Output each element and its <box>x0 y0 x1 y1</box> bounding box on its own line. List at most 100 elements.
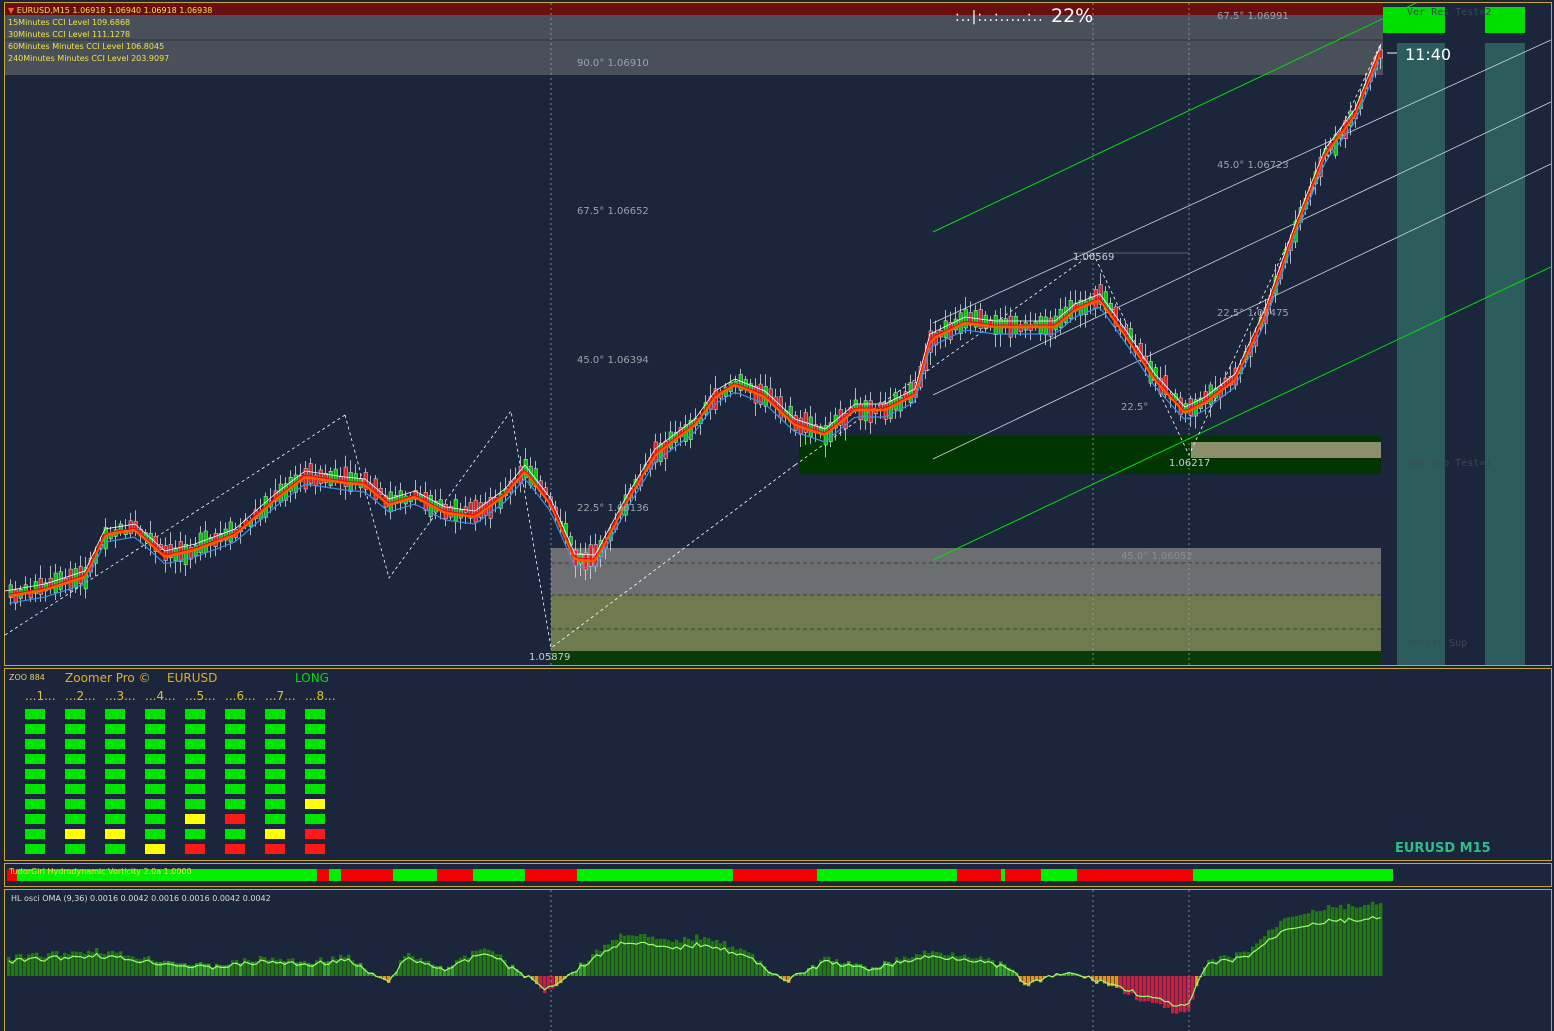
collapse-arrow-icon[interactable]: ▼ <box>8 6 17 15</box>
oscillator-bar-down <box>1143 976 1147 1002</box>
oscillator-bar-up <box>675 939 679 976</box>
zoomer-cell <box>265 829 285 839</box>
zoomer-cell <box>145 814 165 824</box>
candle-bear <box>78 566 83 585</box>
oscillator-bar-up <box>487 949 491 976</box>
candle-bear <box>163 545 168 561</box>
zoomer-cell <box>105 799 125 809</box>
oscillator-bar-up <box>71 951 75 976</box>
zoomer-column-label: ...3... <box>105 689 136 703</box>
oscillator-bar-up <box>463 955 467 976</box>
oscillator-bar-up <box>347 954 351 976</box>
oscillator-panel[interactable]: HL osci OMA (9,36) 0.0016 0.0042 0.0016 … <box>4 889 1552 1031</box>
oscillator-bar-up <box>1211 959 1215 976</box>
oscillator-bar-down <box>1179 976 1183 1012</box>
oscillator-bar-up <box>183 963 187 976</box>
oscillator-bar-down <box>1183 976 1187 1013</box>
oscillator-bar-down <box>1151 976 1155 1003</box>
zoomer-cell <box>25 844 45 854</box>
oscillator-bar-up <box>823 956 827 976</box>
candle-bull <box>228 521 233 543</box>
zone-label: Ver Res Test=2 <box>1407 7 1492 18</box>
zoomer-cell <box>225 784 245 794</box>
zoomer-cell <box>65 724 85 734</box>
oscillator-bar-up <box>1235 952 1239 976</box>
oscillator-bar-up <box>111 950 115 976</box>
oscillator-bar-up <box>639 934 643 976</box>
price-chart-canvas[interactable] <box>5 3 1552 666</box>
zoomer-cell <box>65 799 85 809</box>
oscillator-bar-up <box>915 953 919 976</box>
oscillator-bar-up <box>611 939 615 976</box>
oscillator-bar-up <box>683 936 687 976</box>
oscillator-bar-down <box>543 976 547 994</box>
oscillator-bar-up <box>1299 914 1303 976</box>
vorticity-panel[interactable]: TudorGirl Hydrodynamic Vorticity 2.0a 1.… <box>4 863 1552 887</box>
oscillator-bar-up <box>291 958 295 976</box>
oscillator-bar-up <box>419 957 423 976</box>
oscillator-bar-up <box>243 958 247 976</box>
fib-label: 45.0° 1.06394 <box>577 355 649 366</box>
zoomer-cell <box>305 844 325 854</box>
zoomer-cell <box>105 754 125 764</box>
oscillator-bar-up <box>167 961 171 976</box>
oscillator-bar-down <box>1155 976 1159 1004</box>
zoomer-cell <box>65 829 85 839</box>
vorticity-segment <box>1077 869 1193 881</box>
zoomer-indicator-panel[interactable]: ZOO 884 Zoomer Pro © EURUSD LONG ...1...… <box>4 668 1552 861</box>
zoomer-column-label: ...2... <box>65 689 96 703</box>
zoomer-cell <box>225 739 245 749</box>
oscillator-bar-up <box>1283 918 1287 976</box>
oscillator-bar-down <box>1147 976 1151 1002</box>
progress-dots: :..|:..:.....:.. <box>955 9 1044 25</box>
ma-line-white <box>5 43 1382 592</box>
oscillator-bar-up <box>643 934 647 976</box>
oscillator-bar-up <box>939 952 943 976</box>
oscillator-bar-up <box>35 952 39 976</box>
oscillator-bar-up <box>55 950 59 976</box>
oscillator-bar-down <box>1139 976 1143 1002</box>
oscillator-bar-up <box>163 960 167 976</box>
zoomer-cell <box>65 769 85 779</box>
candle-bear <box>588 544 593 567</box>
candle-bull <box>943 320 948 338</box>
candle-bear <box>878 402 883 409</box>
zoomer-cell <box>225 844 245 854</box>
timeframe-label: EURUSD M15 <box>1395 841 1491 856</box>
vorticity-segment <box>341 869 393 881</box>
zoomer-cell <box>25 814 45 824</box>
candle-timer: 11:40 <box>1405 45 1452 64</box>
oscillator-bar-up <box>719 943 723 976</box>
zoomer-cell <box>265 724 285 734</box>
zoomer-cell <box>145 769 165 779</box>
zoomer-column-label: ...5... <box>185 689 216 703</box>
resistance-zone-column <box>1485 43 1525 665</box>
oscillator-bar-up <box>671 942 675 976</box>
oscillator-bar-up <box>79 951 83 976</box>
price-chart-panel[interactable]: ▼ EURUSD,M15 1.06918 1.06940 1.06918 1.0… <box>4 2 1552 666</box>
vorticity-segment <box>1005 869 1041 881</box>
oscillator-bar-up <box>1339 904 1343 976</box>
oscillator-bar-up <box>579 962 583 976</box>
vorticity-segment <box>577 869 733 881</box>
oscillator-bar-up <box>75 951 79 976</box>
oscillator-bar-up <box>1275 926 1279 976</box>
zoomer-cell <box>25 724 45 734</box>
oscillator-bar-up <box>231 960 235 976</box>
zoomer-cell <box>145 739 165 749</box>
oscillator-bar-up <box>707 938 711 976</box>
oscillator-bar-up <box>987 957 991 976</box>
zoomer-cell <box>305 724 325 734</box>
zoomer-signal: LONG <box>295 671 329 685</box>
vorticity-segment <box>733 869 817 881</box>
ma-line-blue <box>8 61 1380 604</box>
oscillator-bar-up <box>979 956 983 976</box>
oscillator-bar-up <box>1287 917 1291 976</box>
oscillator-bar-up <box>751 953 755 976</box>
candle-bear <box>308 463 313 484</box>
oscillator-bar-down <box>1127 976 1131 996</box>
oscillator-bar-up <box>147 955 151 976</box>
zoomer-cell <box>25 784 45 794</box>
vorticity-segment <box>329 869 341 881</box>
oscillator-bar-up <box>479 949 483 976</box>
